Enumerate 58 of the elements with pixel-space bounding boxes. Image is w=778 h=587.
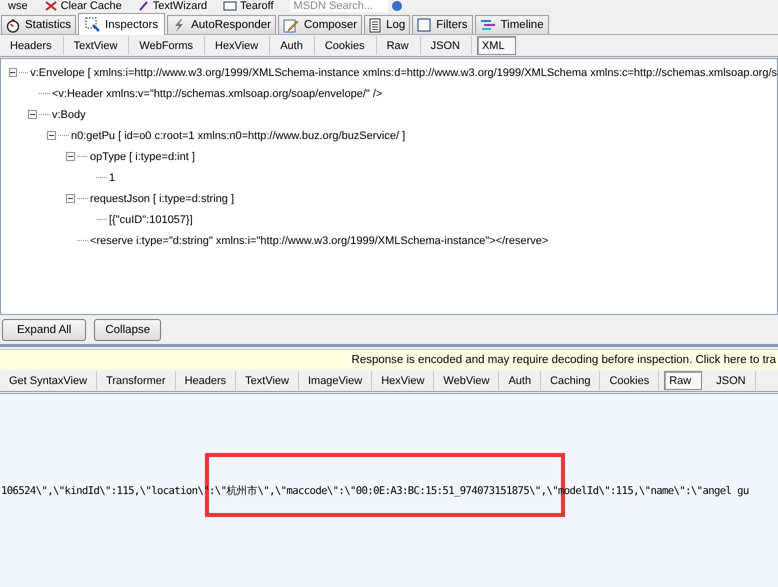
tree-node[interactable]: n0:getPu [ id=o0 c:root=1 xmlns:n0=http://www.buz.org/buzService/ ] [71,130,406,142]
tab[interactable]: Raw [664,371,702,390]
tab[interactable]: Timeline [474,15,549,34]
tree-node[interactable]: <v:Header xmlns:v="http://schemas.xmlsoap.org/soap/envelope/" /> [52,88,382,100]
wand-icon [138,1,150,11]
tab[interactable]: Auth [499,371,542,390]
toolbar-button[interactable]: wse [0,0,36,12]
collapse-toggle[interactable] [28,110,37,119]
search-field[interactable]: MSDN Search... [290,0,388,12]
checkbox-icon [417,18,432,32]
tab[interactable]: Inspectors [78,13,166,35]
tab[interactable]: HexView [372,371,434,390]
tree-action-button[interactable]: Expand All [2,319,86,341]
tab[interactable]: Composer [278,15,362,34]
collapse-toggle[interactable] [66,194,75,203]
tab[interactable]: ImageView [298,371,372,390]
inspector-icon [85,17,100,32]
toolbar-button[interactable]: TextWizard [130,0,216,12]
cross-icon [44,1,58,11]
toolbar-button[interactable]: Tearoff [215,0,282,12]
tab[interactable]: Headers [0,36,64,55]
tab[interactable]: Log [364,15,410,34]
tree-node[interactable]: v:Body [52,108,86,120]
tree-node[interactable]: v:Envelope [ xmlns:i=http://www.w3.org/1999/XMLSchema-instance xmlns:d=http://www.w3.org/1999/XMLSchema xmlns:c=http://schemas.xmlsoap.org/s [30,66,777,78]
tab[interactable]: HexView [205,36,270,55]
tree-action-button[interactable]: Collapse [94,319,162,341]
tab[interactable]: Headers [176,371,236,390]
tree-node[interactable]: 1 [109,172,116,184]
tree-node[interactable]: requestJson [ i:type=d:string ] [90,192,234,204]
tree-node[interactable]: <reserve i:type="d:string" xmlns:i="http://www.w3.org/1999/XMLSchema-instance"></reserve> [90,234,548,246]
tab[interactable]: TextView [64,36,130,55]
tab[interactable]: XML [476,36,516,55]
tab[interactable]: AutoResponder [167,15,276,34]
tab[interactable]: Filters [412,15,473,34]
tab[interactable]: TextView [236,371,299,390]
collapse-toggle[interactable] [66,152,75,161]
collapse-toggle[interactable] [47,131,56,140]
tab[interactable]: Caching [541,371,600,390]
timeline-icon [480,18,496,32]
tab[interactable]: Cookies [600,371,660,390]
tab[interactable]: JSON [707,371,756,390]
tab[interactable]: JSON [420,36,472,55]
tab[interactable]: Get SyntaxView [0,371,98,390]
tree-node[interactable]: opType [ i:type=d:int ] [90,150,195,162]
document-icon [369,18,382,32]
tree-node[interactable]: [{"cuID":101057}] [109,214,193,226]
tab[interactable]: WebForms [129,36,205,55]
tab[interactable]: WebView [434,371,500,390]
tab[interactable]: Statistics [1,15,76,34]
window-icon [223,1,238,11]
tab[interactable]: Transformer [97,371,176,390]
stopwatch-icon [6,18,20,32]
collapse-toggle[interactable] [9,68,17,77]
tab[interactable]: Raw [376,36,421,55]
tab[interactable]: Auth [270,36,315,55]
toolbar-button[interactable]: Clear Cache [36,0,130,12]
pencil-note-icon [283,18,299,32]
tab[interactable]: Cookies [314,36,377,55]
